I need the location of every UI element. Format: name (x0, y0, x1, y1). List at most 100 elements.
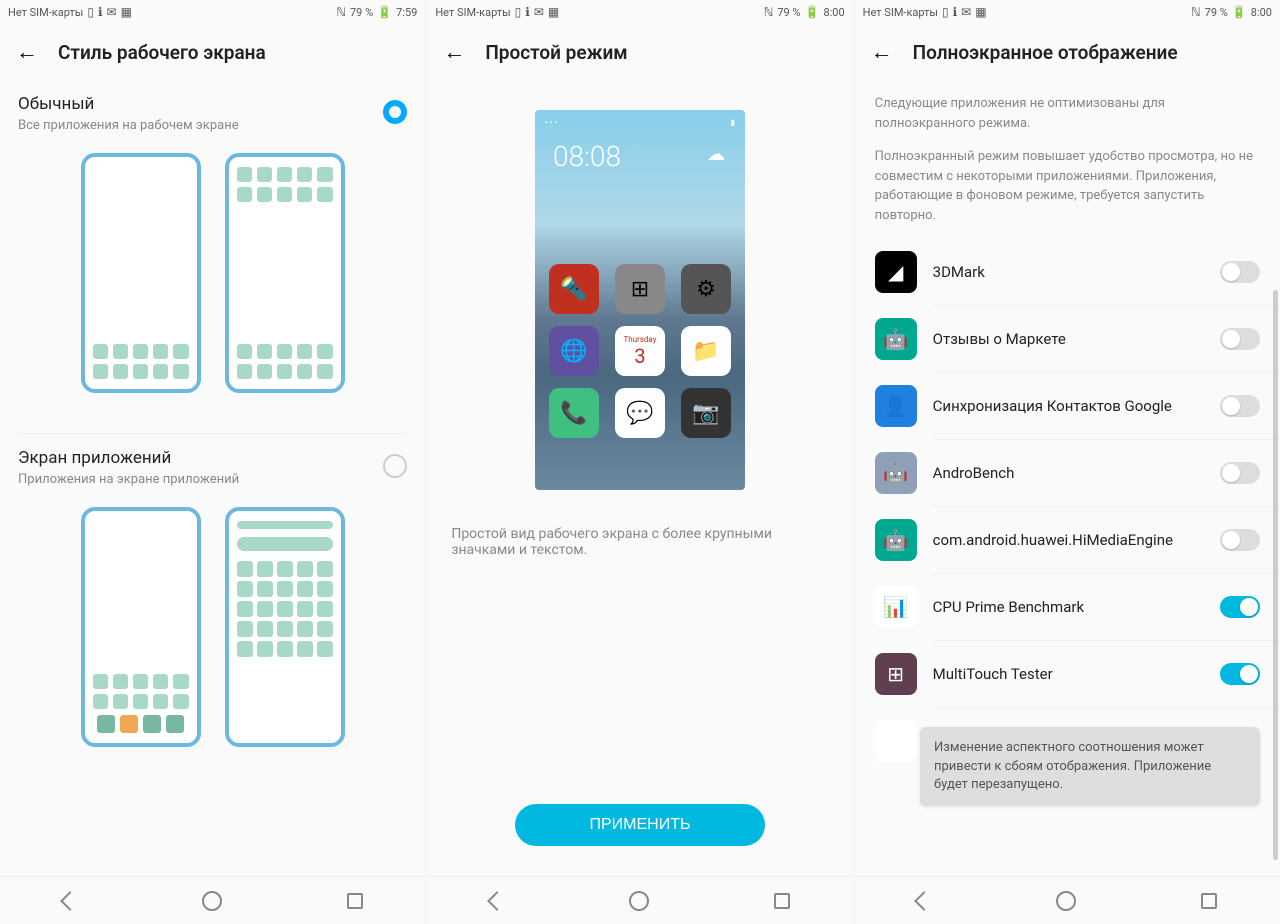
app-row[interactable]: 📊 CPU Prime Benchmark (855, 574, 1280, 640)
mail-icon: ✉ (534, 5, 544, 19)
app-icon: ▶ (875, 720, 917, 762)
description-1: Следующие приложения не оптимизованы для… (855, 80, 1280, 147)
phone-preview (81, 507, 201, 747)
radio-drawer[interactable] (383, 454, 407, 478)
status-bar: Нет SIM-карты ▯ ℹ ✉ ▦ ℕ 79 % 🔋 8:00 (855, 0, 1280, 24)
app-icon: ⊞ (875, 653, 917, 695)
phone-preview (225, 153, 345, 393)
nav-home-icon[interactable] (1056, 891, 1076, 911)
app-row[interactable]: ⊞MultiTouch Tester (855, 641, 1280, 707)
header: ← Полноэкранное отображение (855, 24, 1280, 80)
app-row[interactable]: 🤖AndroBench (855, 440, 1280, 506)
app-name: com.android.huawei.HiMediaEngine (933, 531, 1204, 550)
nfc-icon: ℕ (1191, 5, 1201, 19)
sim-status: Нет SIM-карты (863, 6, 938, 19)
description: Простой вид рабочего экрана с более круп… (427, 510, 852, 574)
app-icon: 🤖 (875, 452, 917, 494)
nav-home-icon[interactable] (629, 891, 649, 911)
nav-recent-icon[interactable] (347, 893, 363, 909)
mail-icon: ✉ (961, 5, 971, 19)
clock: 8:00 (1251, 6, 1272, 19)
grid-icon: ▦ (121, 5, 132, 19)
toggle[interactable] (1220, 663, 1260, 685)
toggle[interactable] (1220, 596, 1260, 618)
sim-icon: ▯ (515, 5, 522, 19)
screen-fullscreen-display: Нет SIM-карты ▯ ℹ ✉ ▦ ℕ 79 % 🔋 8:00 ← По… (855, 0, 1280, 924)
app-icon: 📊 (875, 586, 917, 628)
back-icon[interactable]: ← (16, 39, 38, 65)
screen-simple-mode: Нет SIM-карты ▯ ℹ ✉ ▦ ℕ 79 % 🔋 8:00 ← Пр… (427, 0, 852, 924)
battery-icon: 🔋 (1232, 5, 1247, 19)
nav-back-icon[interactable] (914, 891, 934, 911)
scrollbar[interactable] (1273, 290, 1278, 860)
battery-icon: 🔋 (804, 5, 819, 19)
app-row[interactable]: 🤖 Отзывы о Маркете (855, 306, 1280, 372)
apply-button[interactable]: ПРИМЕНИТЬ (515, 804, 765, 846)
info-icon: ℹ (98, 5, 103, 19)
header: ← Простой режим (427, 24, 852, 80)
radio-standard[interactable] (383, 100, 407, 124)
flashlight-icon: 🔦 (549, 264, 599, 314)
toggle[interactable] (1220, 328, 1260, 350)
app-icon: ◢ (875, 251, 917, 293)
nfc-icon: ℕ (764, 5, 774, 19)
option-title: Обычный (18, 94, 239, 114)
toggle[interactable] (1220, 462, 1260, 484)
messages-icon: 💬 (615, 388, 665, 438)
app-name: Отзывы о Маркете (933, 330, 1204, 349)
battery-pct: 79 % (777, 6, 800, 19)
content: • • •▮ 08:08 ☁ 🔦 ⊞ ⚙ 🌐 Thursday3 📁 • • •… (427, 80, 852, 876)
app-name: CPU Prime Benchmark (933, 598, 1204, 617)
back-icon[interactable]: ← (443, 39, 465, 65)
sim-status: Нет SIM-карты (8, 6, 83, 19)
toggle[interactable] (1220, 395, 1260, 417)
screen-home-style-screen: Нет SIM-карты ▯ ℹ ✉ ▦ ℕ 79 % 🔋 7:59 ← Ст… (0, 0, 425, 924)
preview-drawer (18, 487, 407, 777)
nav-back-icon[interactable] (487, 891, 507, 911)
app-icon: 🤖 (875, 519, 917, 561)
toggle[interactable] (1220, 261, 1260, 283)
page-title: Простой режим (485, 41, 627, 64)
settings-icon: ⚙ (681, 264, 731, 314)
nfc-icon: ℕ (336, 5, 346, 19)
nav-recent-icon[interactable] (774, 893, 790, 909)
phone-mockup: • • •▮ 08:08 ☁ 🔦 ⊞ ⚙ 🌐 Thursday3 📁 • • •… (535, 110, 745, 490)
app-icon: 👤 (875, 385, 917, 427)
nav-bar (0, 876, 425, 924)
nav-bar (855, 876, 1280, 924)
option-drawer[interactable]: Экран приложений Приложения на экране пр… (0, 434, 425, 787)
nav-home-icon[interactable] (202, 891, 222, 911)
page-title: Стиль рабочего экрана (58, 41, 266, 64)
preview-standard (18, 133, 407, 423)
option-standard[interactable]: Обычный Все приложения на рабочем экране (0, 80, 425, 433)
app-row[interactable]: 👤Синхронизация Контактов Google (855, 373, 1280, 439)
description-2: Полноэкранный режим повышает удобство пр… (855, 147, 1280, 239)
app-list: ◢ 3DMark 🤖 Отзывы о Маркете 👤Синхронизация К… (855, 239, 1280, 774)
battery-icon: 🔋 (377, 5, 392, 19)
battery-pct: 79 % (1205, 6, 1228, 19)
app-row[interactable]: 🤖 com.android.huawei.HiMediaEngine (855, 507, 1280, 573)
calculator-icon: ⊞ (615, 264, 665, 314)
grid-icon: ▦ (548, 5, 559, 19)
sim-icon: ▯ (942, 5, 949, 19)
page-title: Полноэкранное отображение (913, 41, 1178, 64)
back-icon[interactable]: ← (871, 39, 893, 65)
option-subtitle: Приложения на экране приложений (18, 472, 239, 487)
camera-icon: 📷 (681, 388, 731, 438)
phone-preview (225, 507, 345, 747)
nav-back-icon[interactable] (60, 891, 80, 911)
info-icon: ℹ (525, 5, 530, 19)
weather-icon: ☁ (707, 144, 725, 165)
battery-pct: 79 % (350, 6, 373, 19)
grid-icon: ▦ (975, 5, 986, 19)
phone-preview (81, 153, 201, 393)
toast-message: Изменение аспектного соотношения может п… (920, 727, 1260, 806)
header: ← Стиль рабочего экрана (0, 24, 425, 80)
nav-recent-icon[interactable] (1201, 893, 1217, 909)
toggle[interactable] (1220, 529, 1260, 551)
app-icon: 🤖 (875, 318, 917, 360)
sim-icon: ▯ (87, 5, 94, 19)
app-row[interactable]: ◢ 3DMark (855, 239, 1280, 305)
clock: 8:00 (823, 6, 844, 19)
app-name: 3DMark (933, 263, 1204, 282)
